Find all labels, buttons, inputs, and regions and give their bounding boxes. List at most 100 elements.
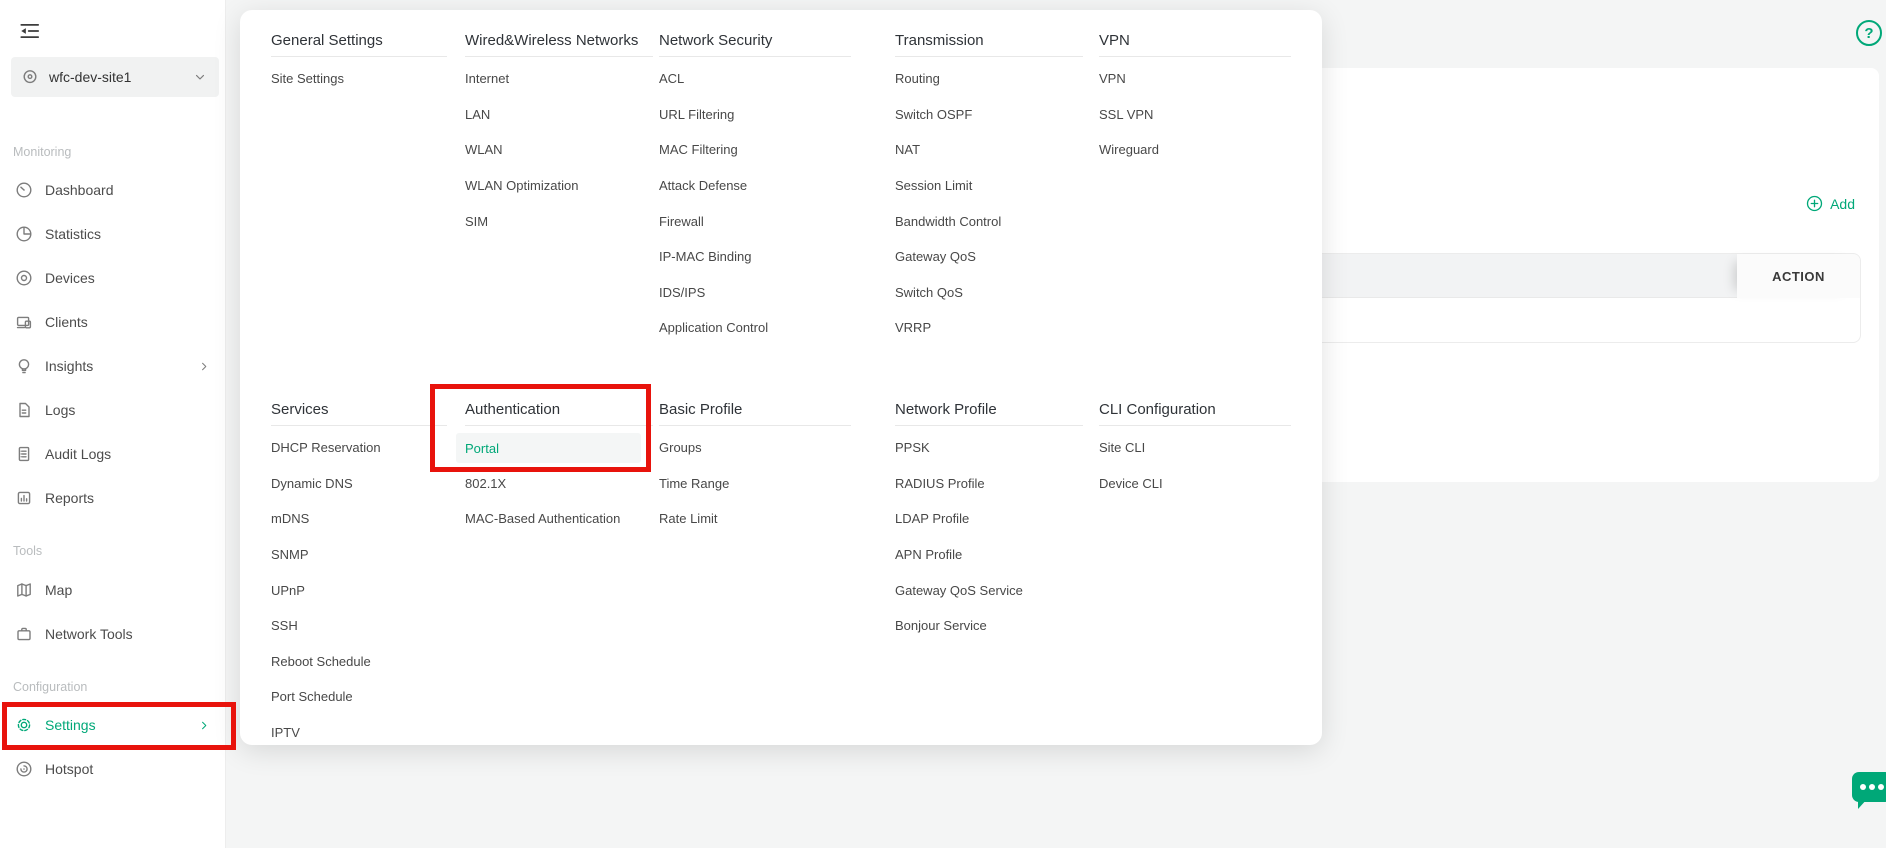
- menu-column-services: Services DHCP Reservation Dynamic DNS mD…: [271, 402, 447, 750]
- menu-item-mac-filtering[interactable]: MAC Filtering: [659, 132, 851, 168]
- menu-item-gateway-qos-service[interactable]: Gateway QoS Service: [895, 572, 1083, 608]
- section-label-monitoring: Monitoring: [0, 144, 225, 160]
- sidebar-item-map[interactable]: Map: [0, 568, 225, 612]
- menu-item-wlan-optimization[interactable]: WLAN Optimization: [465, 168, 653, 204]
- chevron-down-icon: [193, 70, 207, 84]
- menu-item-rate-limit[interactable]: Rate Limit: [659, 501, 851, 537]
- menu-item-url-filtering[interactable]: URL Filtering: [659, 97, 851, 133]
- menu-item-vpn[interactable]: VPN: [1099, 61, 1291, 97]
- sidebar-item-settings[interactable]: Settings: [0, 703, 225, 747]
- menu-item-vrrp[interactable]: VRRP: [895, 310, 1083, 346]
- chat-bubble-icon[interactable]: [1846, 768, 1886, 817]
- menu-item-reboot-schedule[interactable]: Reboot Schedule: [271, 644, 447, 680]
- menu-item-portal[interactable]: Portal: [456, 433, 641, 463]
- menu-item-site-settings[interactable]: Site Settings: [271, 61, 447, 97]
- menu-item-dynamic-dns[interactable]: Dynamic DNS: [271, 466, 447, 502]
- map-icon: [15, 581, 33, 599]
- menu-item-nat[interactable]: NAT: [895, 132, 1083, 168]
- menu-column-network-profile: Network Profile PPSK RADIUS Profile LDAP…: [895, 402, 1083, 644]
- chevron-right-icon: [195, 719, 213, 732]
- sidebar-item-logs[interactable]: Logs: [0, 388, 225, 432]
- menu-column-title: VPN: [1099, 33, 1291, 57]
- menu-item-apn-profile[interactable]: APN Profile: [895, 537, 1083, 573]
- menu-item-switch-ospf[interactable]: Switch OSPF: [895, 97, 1083, 133]
- logs-icon: [15, 401, 33, 419]
- add-button[interactable]: Add: [1806, 195, 1855, 212]
- menu-item-bonjour-service[interactable]: Bonjour Service: [895, 608, 1083, 644]
- section-label-configuration: Configuration: [0, 679, 225, 695]
- menu-item-port-schedule[interactable]: Port Schedule: [271, 679, 447, 715]
- help-glyph: ?: [1864, 25, 1873, 42]
- sidebar-item-network-tools[interactable]: Network Tools: [0, 612, 225, 656]
- menu-item-device-cli[interactable]: Device CLI: [1099, 466, 1291, 502]
- menu-item-lan[interactable]: LAN: [465, 97, 653, 133]
- menu-item-application-control[interactable]: Application Control: [659, 310, 851, 346]
- menu-item-mac-based-authentication[interactable]: MAC-Based Authentication: [465, 501, 653, 537]
- menu-item-radius-profile[interactable]: RADIUS Profile: [895, 466, 1083, 502]
- add-label: Add: [1830, 196, 1855, 212]
- menu-item-routing[interactable]: Routing: [895, 61, 1083, 97]
- site-selector[interactable]: wfc-dev-site1: [11, 57, 219, 97]
- help-icon[interactable]: ?: [1856, 20, 1882, 46]
- menu-item-session-limit[interactable]: Session Limit: [895, 168, 1083, 204]
- network-tools-icon: [15, 625, 33, 643]
- section-label-tools: Tools: [0, 543, 225, 559]
- menu-item-802-1x[interactable]: 802.1X: [465, 466, 653, 502]
- menu-column-basic-profile: Basic Profile Groups Time Range Rate Lim…: [659, 402, 851, 537]
- menu-column-title: Network Profile: [895, 402, 1083, 426]
- menu-column-title: CLI Configuration: [1099, 402, 1291, 426]
- menu-item-time-range[interactable]: Time Range: [659, 466, 851, 502]
- collapse-sidebar-icon[interactable]: [18, 19, 42, 43]
- menu-item-acl[interactable]: ACL: [659, 61, 851, 97]
- menu-column-title: Authentication: [465, 402, 653, 426]
- menu-item-ids-ips[interactable]: IDS/IPS: [659, 275, 851, 311]
- sidebar-item-statistics[interactable]: Statistics: [0, 212, 225, 256]
- menu-item-upnp[interactable]: UPnP: [271, 572, 447, 608]
- reports-icon: [15, 489, 33, 507]
- menu-item-snmp[interactable]: SNMP: [271, 537, 447, 573]
- menu-item-iptv[interactable]: IPTV: [271, 715, 447, 751]
- menu-item-site-cli[interactable]: Site CLI: [1099, 430, 1291, 466]
- menu-column-cli-configuration: CLI Configuration Site CLI Device CLI: [1099, 402, 1291, 501]
- site-name: wfc-dev-site1: [49, 69, 183, 85]
- sidebar-item-devices[interactable]: Devices: [0, 256, 225, 300]
- plus-circle-icon: [1806, 195, 1823, 212]
- chevron-right-icon: [195, 360, 213, 373]
- menu-item-gateway-qos[interactable]: Gateway QoS: [895, 239, 1083, 275]
- menu-column-network-security: Network Security ACL URL Filtering MAC F…: [659, 33, 851, 346]
- sidebar-item-reports[interactable]: Reports: [0, 476, 225, 520]
- sidebar-item-clients[interactable]: Clients: [0, 300, 225, 344]
- location-pin-icon: [21, 68, 39, 86]
- menu-column-title: Basic Profile: [659, 402, 851, 426]
- sidebar-item-dashboard[interactable]: Dashboard: [0, 168, 225, 212]
- menu-column-title: Network Security: [659, 33, 851, 57]
- menu-item-attack-defense[interactable]: Attack Defense: [659, 168, 851, 204]
- menu-item-wireguard[interactable]: Wireguard: [1099, 132, 1291, 168]
- menu-item-firewall[interactable]: Firewall: [659, 203, 851, 239]
- clients-icon: [15, 313, 33, 331]
- menu-item-mdns[interactable]: mDNS: [271, 501, 447, 537]
- menu-item-ppsk[interactable]: PPSK: [895, 430, 1083, 466]
- menu-item-internet[interactable]: Internet: [465, 61, 653, 97]
- menu-item-ldap-profile[interactable]: LDAP Profile: [895, 501, 1083, 537]
- sidebar-item-audit-logs[interactable]: Audit Logs: [0, 432, 225, 476]
- menu-column-title: Services: [271, 402, 447, 426]
- devices-icon: [15, 269, 33, 287]
- sidebar-item-hotspot[interactable]: Hotspot: [0, 747, 225, 791]
- menu-item-bandwidth-control[interactable]: Bandwidth Control: [895, 203, 1083, 239]
- menu-item-ssh[interactable]: SSH: [271, 608, 447, 644]
- menu-column-transmission: Transmission Routing Switch OSPF NAT Ses…: [895, 33, 1083, 346]
- menu-column-general-settings: General Settings Site Settings: [271, 33, 447, 97]
- menu-item-switch-qos[interactable]: Switch QoS: [895, 275, 1083, 311]
- menu-column-wired-wireless-networks: Wired&Wireless Networks Internet LAN WLA…: [465, 33, 653, 239]
- sidebar-item-insights[interactable]: Insights: [0, 344, 225, 388]
- menu-item-groups[interactable]: Groups: [659, 430, 851, 466]
- menu-item-wlan[interactable]: WLAN: [465, 132, 653, 168]
- menu-item-ip-mac-binding[interactable]: IP-MAC Binding: [659, 239, 851, 275]
- hotspot-icon: [15, 760, 33, 778]
- menu-item-sim[interactable]: SIM: [465, 203, 653, 239]
- audit-logs-icon: [15, 445, 33, 463]
- insights-icon: [15, 357, 33, 375]
- menu-item-ssl-vpn[interactable]: SSL VPN: [1099, 97, 1291, 133]
- menu-item-dhcp-reservation[interactable]: DHCP Reservation: [271, 430, 447, 466]
